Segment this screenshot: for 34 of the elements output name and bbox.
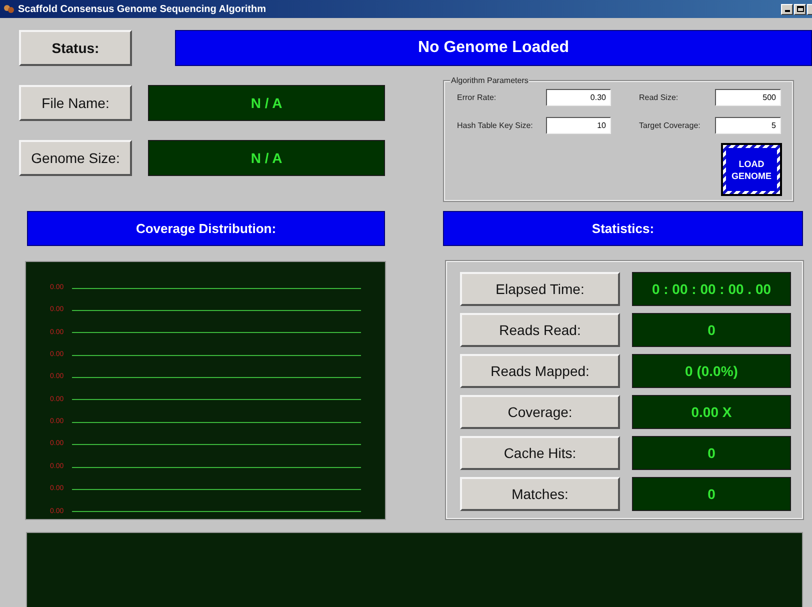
info-label: Genome Size: [19,140,132,176]
status-banner: No Genome Loaded [175,30,812,66]
info-value: N / A [148,140,385,176]
parameter-label: Error Rate: [457,92,498,104]
statistic-value: 0 : 00 : 00 : 00 . 00 [632,272,791,306]
parameter-input[interactable]: 10 [546,117,611,134]
info-label: File Name: [19,85,132,121]
statistic-label: Reads Read: [460,313,620,347]
maximize-button[interactable] [794,4,806,14]
parameter-label: Target Coverage: [639,120,702,132]
statistic-value: 0 [632,477,791,511]
statistic-label: Matches: [460,477,620,511]
section-header: Coverage Distribution: [27,211,385,246]
statistic-value: 0 [632,313,791,347]
parameter-input[interactable]: 5 [715,117,781,134]
load-genome-button[interactable]: LOAD GENOME [721,143,782,196]
minimize-button[interactable] [781,4,793,14]
statistic-label: Reads Mapped: [460,354,620,388]
status-label: Status: [19,30,132,66]
window-title: Scaffold Consensus Genome Sequencing Algorithm [18,2,266,16]
statistic-label: Cache Hits: [460,436,620,470]
parameter-input[interactable]: 500 [715,89,781,106]
parameter-input[interactable]: 0.30 [546,89,611,106]
statistic-value: 0 (0.0%) [632,354,791,388]
statistic-value: 0.00 X [632,395,791,429]
statistic-value: 0 [632,436,791,470]
parameter-label: Hash Table Key Size: [457,120,534,132]
statistic-label: Coverage: [460,395,620,429]
parameter-label: Read Size: [639,92,680,104]
app-icon [3,3,15,15]
info-value: N / A [148,85,385,121]
section-header: Statistics: [443,211,803,246]
group-title: Algorithm Parameters [450,75,530,87]
statistic-label: Elapsed Time: [460,272,620,306]
